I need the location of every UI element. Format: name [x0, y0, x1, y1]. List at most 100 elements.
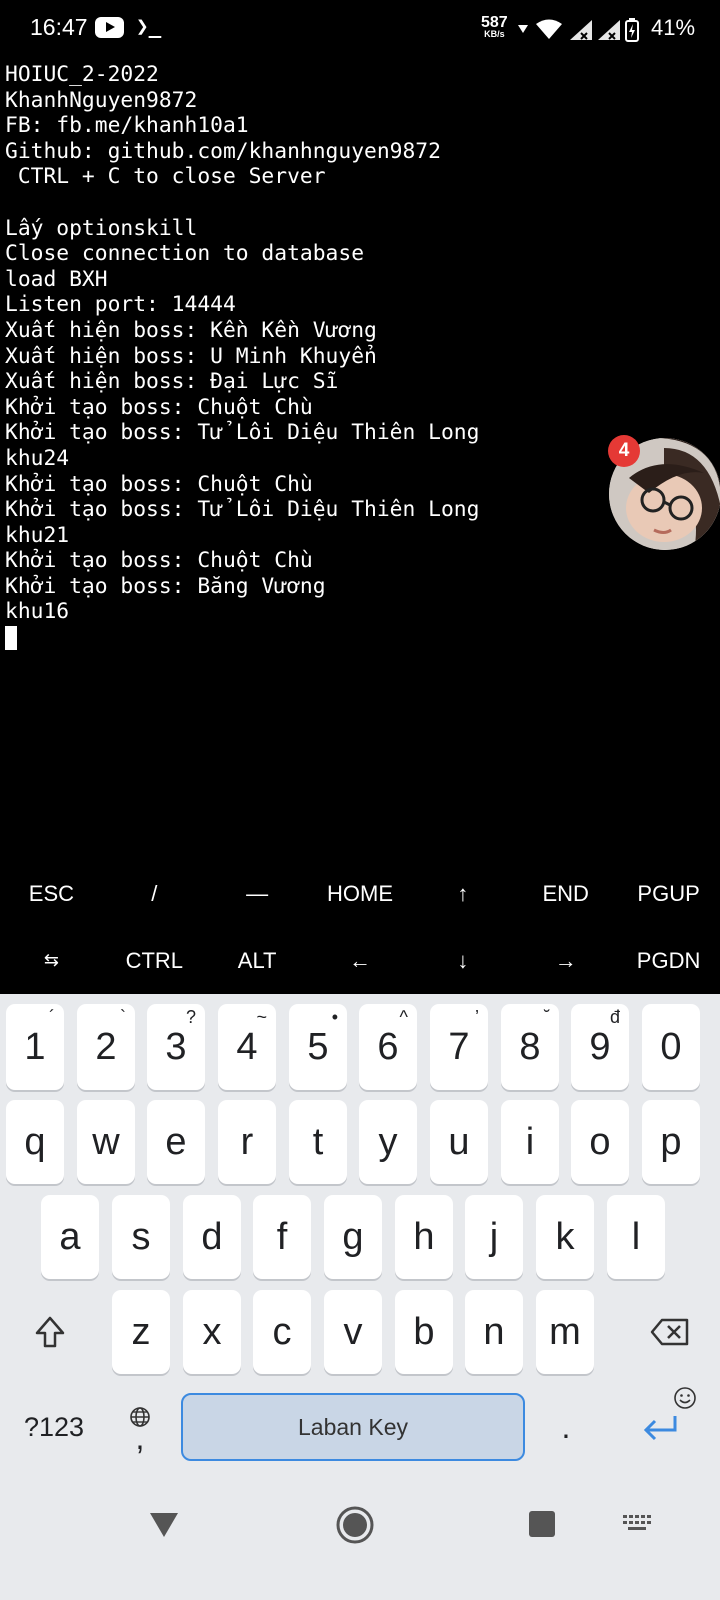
- key-9[interactable]: 9đ: [571, 1004, 629, 1090]
- key-f[interactable]: f: [253, 1195, 311, 1279]
- language-comma-key[interactable]: ,: [116, 1393, 164, 1461]
- terminal-line: Khởi tạo boss: Tử Lôi Diệu Thiên Long: [5, 420, 480, 446]
- key-z[interactable]: z: [112, 1290, 170, 1374]
- extra-keys-row-1: ESC / — HOME ↑ END PGUP: [0, 860, 720, 927]
- terminal-line: Github: github.com/khanhnguyen9872: [5, 138, 441, 164]
- text-cursor: [5, 626, 17, 651]
- key-3[interactable]: 3?: [147, 1004, 205, 1090]
- key-t[interactable]: t: [289, 1100, 347, 1184]
- key-c[interactable]: c: [253, 1290, 311, 1374]
- key-v[interactable]: v: [324, 1290, 382, 1374]
- status-bar: 16:47 ❯_ 587 KB/s 41%: [0, 0, 720, 58]
- battery-percent: 41%: [651, 15, 696, 40]
- home-circle-icon: [336, 1506, 374, 1544]
- terminal-line: Xuất hiện boss: Kền Kền Vương: [5, 317, 377, 343]
- ctrl-key[interactable]: CTRL: [103, 927, 206, 994]
- key-o[interactable]: o: [571, 1100, 629, 1184]
- pgdn-key[interactable]: PGDN: [617, 927, 720, 994]
- key-g[interactable]: g: [324, 1195, 382, 1279]
- key-2[interactable]: 2 `: [77, 1004, 135, 1090]
- end-key[interactable]: END: [514, 860, 617, 927]
- emoji-key[interactable]: [671, 1384, 699, 1412]
- symbols-key[interactable]: ?123: [14, 1393, 94, 1461]
- tab-key[interactable]: ⇆: [0, 927, 103, 994]
- esc-key[interactable]: ESC: [0, 860, 103, 927]
- keyboard-icon: [623, 1515, 651, 1530]
- terminal-line: Xuất hiện boss: Đại Lực Sĩ: [5, 369, 339, 395]
- key-r[interactable]: r: [218, 1100, 276, 1184]
- pgup-key[interactable]: PGUP: [617, 860, 720, 927]
- arrow-left-key[interactable]: ←: [309, 927, 412, 994]
- key-k[interactable]: k: [536, 1195, 594, 1279]
- keyboard-switch-button[interactable]: [618, 1508, 656, 1538]
- terminal-line: Close connection to database: [5, 241, 365, 267]
- notification-badge: 4: [608, 435, 640, 467]
- arrow-down-key[interactable]: ↓: [411, 927, 514, 994]
- space-bar[interactable]: Laban Key: [181, 1393, 525, 1461]
- comma-label: ,: [135, 1420, 145, 1456]
- network-speed-unit: KB/s: [484, 29, 505, 39]
- key-s[interactable]: s: [112, 1195, 170, 1279]
- extra-keys-row-2: ⇆ CTRL ALT ← ↓ → PGDN: [0, 927, 720, 994]
- terminal-line: Listen port: 14444: [5, 292, 236, 318]
- signal-2-icon: [598, 20, 620, 40]
- slash-key[interactable]: /: [103, 860, 206, 927]
- backspace-icon: [650, 1318, 689, 1346]
- terminal-line: Khởi tạo boss: Băng Vương: [5, 573, 326, 599]
- data-arrow-icon: [518, 25, 528, 33]
- key-l[interactable]: l: [607, 1195, 665, 1279]
- recents-button[interactable]: [520, 1502, 564, 1546]
- key-a[interactable]: a: [41, 1195, 99, 1279]
- key-w[interactable]: w: [77, 1100, 135, 1184]
- key-4[interactable]: 4 ~: [218, 1004, 276, 1090]
- youtube-icon: [95, 17, 124, 38]
- key-5[interactable]: 5 •: [289, 1004, 347, 1090]
- network-speed: 587 KB/s: [481, 15, 508, 39]
- key-n[interactable]: n: [465, 1290, 523, 1374]
- wifi-icon: [536, 19, 562, 39]
- key-i[interactable]: i: [501, 1100, 559, 1184]
- key-8[interactable]: 8 ˘: [501, 1004, 559, 1090]
- period-key[interactable]: .: [540, 1393, 592, 1461]
- shift-key[interactable]: [18, 1290, 82, 1374]
- extra-keys-bar: ESC / — HOME ↑ END PGUP ⇆ CTRL ALT ← ↓ →…: [0, 860, 720, 994]
- signal-1-icon: [570, 20, 592, 40]
- arrow-up-key[interactable]: ↑: [411, 860, 514, 927]
- terminal-line: Lấy optionskill: [5, 215, 198, 241]
- terminal-line: khu21: [5, 522, 70, 548]
- key-h[interactable]: h: [395, 1195, 453, 1279]
- shift-icon: [35, 1316, 65, 1348]
- terminal-line: HOIUC_2-2022: [5, 62, 159, 87]
- backspace-key[interactable]: [628, 1290, 712, 1374]
- back-triangle-icon: [150, 1513, 178, 1537]
- terminal-line: load BXH: [5, 266, 108, 292]
- terminal-line: Xuất hiện boss: U Minh Khuyển: [5, 343, 377, 369]
- key-x[interactable]: x: [183, 1290, 241, 1374]
- key-y[interactable]: y: [359, 1100, 417, 1184]
- key-q[interactable]: q: [6, 1100, 64, 1184]
- key-b[interactable]: b: [395, 1290, 453, 1374]
- soft-keyboard: 1 ´ 2 ` 3? 4 ~ 5 • 6 ^ 7’ 8 ˘ 9đ 0 q w e r t y…: [0, 994, 720, 1486]
- key-1[interactable]: 1 ´: [6, 1004, 64, 1090]
- key-0[interactable]: 0: [642, 1004, 700, 1090]
- arrow-right-key[interactable]: →: [514, 927, 617, 994]
- terminal-line: FB: fb.me/khanh10a1: [5, 113, 249, 139]
- terminal-line: khu16: [5, 599, 70, 625]
- key-e[interactable]: e: [147, 1100, 205, 1184]
- key-6[interactable]: 6 ^: [359, 1004, 417, 1090]
- key-p[interactable]: p: [642, 1100, 700, 1184]
- dash-key[interactable]: —: [206, 860, 309, 927]
- terminal-line: Khởi tạo boss: Chuột Chù: [5, 394, 313, 420]
- terminal-line: KhanhNguyen9872: [5, 87, 198, 113]
- alt-key[interactable]: ALT: [206, 927, 309, 994]
- key-d[interactable]: d: [183, 1195, 241, 1279]
- home-key[interactable]: HOME: [309, 860, 412, 927]
- key-j[interactable]: j: [465, 1195, 523, 1279]
- key-7[interactable]: 7’: [430, 1004, 488, 1090]
- home-button[interactable]: [330, 1500, 380, 1550]
- key-m[interactable]: m: [536, 1290, 594, 1374]
- back-button[interactable]: [140, 1501, 188, 1549]
- clock: 16:47: [30, 14, 88, 40]
- terminal-output[interactable]: HOIUC_2-2022 KhanhNguyen9872 FB: fb.me/k…: [5, 62, 715, 862]
- key-u[interactable]: u: [430, 1100, 488, 1184]
